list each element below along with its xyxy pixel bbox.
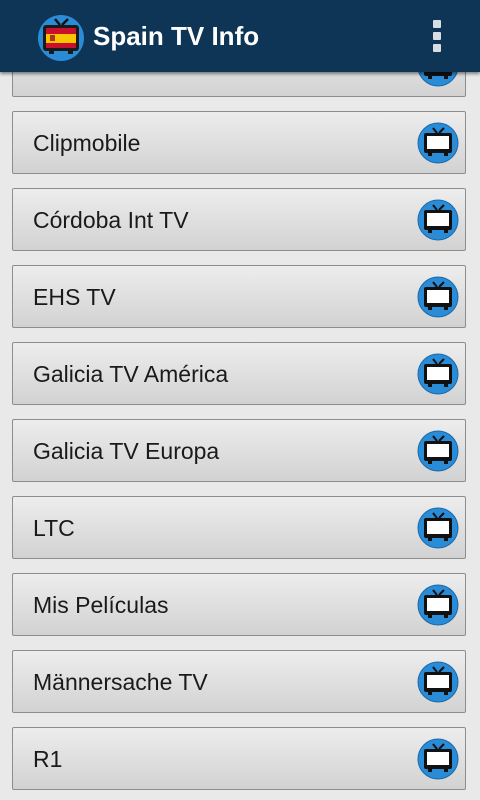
channel-label: EHS TV bbox=[33, 284, 116, 310]
tv-icon bbox=[417, 276, 459, 318]
channel-list[interactable]: Clipmobile Córdoba Int TV EHS TV Galicia… bbox=[0, 72, 480, 800]
tv-icon bbox=[417, 122, 459, 164]
channel-row[interactable]: Córdoba Int TV bbox=[12, 188, 466, 251]
tv-icon bbox=[417, 661, 459, 703]
channel-label: Galicia TV América bbox=[33, 361, 229, 387]
tv-icon bbox=[417, 738, 459, 780]
tv-icon bbox=[417, 353, 459, 395]
channel-row[interactable]: R1 bbox=[12, 727, 466, 790]
tv-icon bbox=[417, 72, 459, 87]
channel-label: Galicia TV Europa bbox=[33, 438, 220, 464]
channel-row[interactable]: Galicia TV Europa bbox=[12, 419, 466, 482]
app-bar: Spain TV Info bbox=[0, 0, 480, 72]
channel-row[interactable]: Clipmobile bbox=[12, 111, 466, 174]
tv-icon bbox=[417, 584, 459, 626]
tv-icon bbox=[417, 430, 459, 472]
channel-label: Männersache TV bbox=[33, 669, 208, 695]
channel-label: LTC bbox=[33, 515, 75, 541]
channel-row[interactable]: LTC bbox=[12, 496, 466, 559]
channel-label: R1 bbox=[33, 746, 63, 772]
channel-label: Mis Películas bbox=[33, 592, 169, 618]
channel-row[interactable] bbox=[12, 72, 466, 97]
tv-icon bbox=[417, 507, 459, 549]
tv-flag-icon bbox=[37, 14, 85, 62]
channel-row[interactable]: EHS TV bbox=[12, 265, 466, 328]
overflow-menu-button[interactable] bbox=[420, 16, 456, 56]
channel-label: Clipmobile bbox=[33, 130, 141, 156]
channel-row[interactable]: Männersache TV bbox=[12, 650, 466, 713]
channel-row[interactable]: Galicia TV América bbox=[12, 342, 466, 405]
channel-label: Córdoba Int TV bbox=[33, 207, 189, 233]
channel-row[interactable]: Mis Películas bbox=[12, 573, 466, 636]
app-title: Spain TV Info bbox=[93, 21, 260, 51]
tv-icon bbox=[417, 199, 459, 241]
